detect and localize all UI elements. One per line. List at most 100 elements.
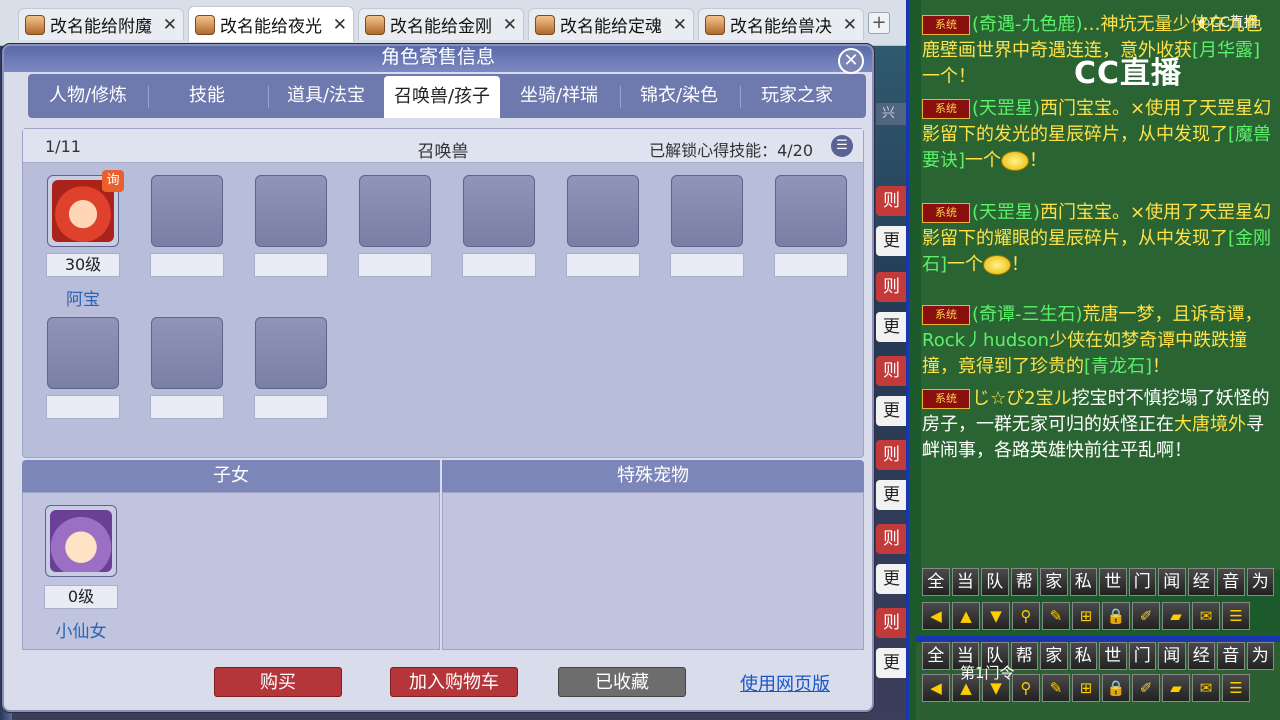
channel-button[interactable]: 私 bbox=[1069, 568, 1097, 596]
pet-slot-filled[interactable]: 询 bbox=[47, 170, 124, 247]
channel-button[interactable]: 闻 bbox=[1158, 642, 1186, 670]
browser-tab-label: 改名能给兽决 bbox=[730, 17, 832, 37]
pet-slot-empty[interactable] bbox=[671, 175, 743, 247]
side-button[interactable]: 更 bbox=[876, 312, 906, 342]
chat-tool-icon[interactable]: ⚲ bbox=[1012, 674, 1040, 702]
pet-slot-empty[interactable] bbox=[567, 175, 639, 247]
side-button[interactable]: 则 bbox=[876, 272, 906, 302]
pet-slot-empty[interactable] bbox=[255, 175, 327, 247]
pet-slot-empty[interactable] bbox=[151, 175, 223, 247]
tab-skills[interactable]: 技能 bbox=[150, 78, 264, 114]
close-tab-icon[interactable]: ✕ bbox=[163, 15, 177, 35]
chat-tool-icon[interactable]: ✉ bbox=[1192, 602, 1220, 630]
chat-tool-icon[interactable]: 🔒 bbox=[1102, 602, 1130, 630]
channel-button[interactable]: 经 bbox=[1187, 642, 1215, 670]
chat-tool-icon[interactable]: ⚲ bbox=[1012, 602, 1040, 630]
browser-tab[interactable]: 改名能给金刚 ✕ bbox=[358, 8, 524, 40]
browser-tab-label: 改名能给定魂 bbox=[560, 17, 662, 37]
tab-player-home[interactable]: 玩家之家 bbox=[742, 78, 852, 114]
channel-button[interactable]: 帮 bbox=[1010, 642, 1038, 670]
chat-tool-icon[interactable]: ✎ bbox=[1042, 674, 1070, 702]
channel-button[interactable]: 家 bbox=[1040, 568, 1068, 596]
chat-tool-icon[interactable]: ✐ bbox=[1132, 602, 1160, 630]
pet-slot-empty[interactable] bbox=[255, 317, 327, 389]
chat-tool-icon[interactable]: ⊞ bbox=[1072, 602, 1100, 630]
chat-tool-icon[interactable]: ⊞ bbox=[1072, 674, 1100, 702]
tab-summons-active[interactable]: 召唤兽/孩子 bbox=[384, 76, 500, 118]
side-button[interactable]: 更 bbox=[876, 648, 906, 678]
close-tab-icon[interactable]: ✕ bbox=[673, 15, 687, 35]
channel-button[interactable]: 为 bbox=[1246, 568, 1274, 596]
pet-slot-empty[interactable] bbox=[151, 317, 223, 389]
chat-tool-icon[interactable]: ✎ bbox=[1042, 602, 1070, 630]
chat-tool-icon[interactable]: ▰ bbox=[1162, 674, 1190, 702]
channel-button[interactable]: 世 bbox=[1099, 568, 1127, 596]
chat-message: 系统 (天罡星)西门宝宝。×使用了天罡星幻影留下的耀眼的星辰碎片，从中发现了[金刚… bbox=[922, 200, 1272, 278]
close-tab-icon[interactable]: ✕ bbox=[333, 15, 347, 35]
pet-name[interactable]: 阿宝 bbox=[43, 285, 123, 310]
pet-slot-empty[interactable] bbox=[775, 175, 847, 247]
use-web-version-link[interactable]: 使用网页版 bbox=[740, 670, 830, 696]
side-button[interactable]: 则 bbox=[876, 524, 906, 554]
channel-button[interactable]: 全 bbox=[922, 642, 950, 670]
side-button[interactable]: 则 bbox=[876, 608, 906, 638]
channel-button[interactable]: 全 bbox=[922, 568, 950, 596]
side-button[interactable]: 则 bbox=[876, 440, 906, 470]
tab-items[interactable]: 道具/法宝 bbox=[270, 78, 382, 114]
pet-level-empty bbox=[254, 253, 328, 277]
tab-mounts[interactable]: 坐骑/祥瑞 bbox=[502, 78, 616, 114]
smiley-icon bbox=[983, 255, 1012, 275]
channel-button[interactable]: 队 bbox=[981, 568, 1009, 596]
channel-button[interactable]: 门 bbox=[1128, 568, 1156, 596]
channel-button[interactable]: 经 bbox=[1187, 568, 1215, 596]
browser-tab-active[interactable]: 改名能给夜光 ✕ bbox=[188, 6, 354, 42]
browser-tab[interactable]: 改名能给附魔 ✕ bbox=[18, 8, 184, 40]
child-name[interactable]: 小仙女 bbox=[41, 617, 121, 642]
chat-tool-icon[interactable]: ✐ bbox=[1132, 674, 1160, 702]
chat-tool-icon[interactable]: 🔒 bbox=[1102, 674, 1130, 702]
browser-tab[interactable]: 改名能给兽决 ✕ bbox=[698, 8, 864, 40]
chat-tool-icon[interactable]: ◀ bbox=[922, 602, 950, 630]
chat-tool-icon[interactable]: ▼ bbox=[982, 602, 1010, 630]
side-button[interactable]: 更 bbox=[876, 226, 906, 256]
side-button[interactable]: 更 bbox=[876, 396, 906, 426]
chat-tool-icon[interactable]: ☰ bbox=[1222, 602, 1250, 630]
chat-tool-icon[interactable]: ◀ bbox=[922, 674, 950, 702]
channel-button[interactable]: 世 bbox=[1099, 642, 1127, 670]
side-button[interactable]: 则 bbox=[876, 186, 906, 216]
channel-button[interactable]: 当 bbox=[951, 568, 979, 596]
system-tag: 系统 bbox=[922, 389, 970, 409]
new-tab-button[interactable]: + bbox=[868, 12, 890, 34]
tab-character[interactable]: 人物/修炼 bbox=[34, 78, 142, 114]
side-button[interactable]: 更 bbox=[876, 480, 906, 510]
close-dialog-button[interactable]: ✕ bbox=[838, 48, 864, 74]
tab-outfits[interactable]: 锦衣/染色 bbox=[622, 78, 736, 114]
close-tab-icon[interactable]: ✕ bbox=[843, 15, 857, 35]
browser-tab[interactable]: 改名能给定魂 ✕ bbox=[528, 8, 694, 40]
list-icon[interactable]: ☰ bbox=[831, 135, 853, 157]
pet-slot-empty[interactable] bbox=[463, 175, 535, 247]
side-button[interactable]: 更 bbox=[876, 564, 906, 594]
close-tab-icon[interactable]: ✕ bbox=[503, 15, 517, 35]
channel-button[interactable]: 音 bbox=[1217, 642, 1245, 670]
channel-button[interactable]: 音 bbox=[1217, 568, 1245, 596]
add-to-cart-button[interactable]: 加入购物车 bbox=[390, 667, 518, 697]
side-button[interactable]: 则 bbox=[876, 356, 906, 386]
chat-tool-icon[interactable]: ✉ bbox=[1192, 674, 1220, 702]
channel-button[interactable]: 帮 bbox=[1010, 568, 1038, 596]
favorited-button[interactable]: 已收藏 bbox=[558, 667, 686, 697]
channel-button[interactable]: 家 bbox=[1040, 642, 1068, 670]
chat-tool-icon[interactable]: ☰ bbox=[1222, 674, 1250, 702]
channel-button[interactable]: 私 bbox=[1069, 642, 1097, 670]
channel-button[interactable]: 门 bbox=[1128, 642, 1156, 670]
browser-tab-label: 改名能给附魔 bbox=[50, 17, 152, 37]
child-slot[interactable] bbox=[45, 505, 117, 577]
channel-button[interactable]: 为 bbox=[1246, 642, 1274, 670]
pet-slot-empty[interactable] bbox=[47, 317, 119, 389]
pet-slot-empty[interactable] bbox=[359, 175, 431, 247]
chat-tool-icon[interactable]: ▲ bbox=[952, 602, 980, 630]
channel-button[interactable]: 闻 bbox=[1158, 568, 1186, 596]
pet-level-empty bbox=[774, 253, 848, 277]
chat-tool-icon[interactable]: ▰ bbox=[1162, 602, 1190, 630]
buy-button[interactable]: 购买 bbox=[214, 667, 342, 697]
